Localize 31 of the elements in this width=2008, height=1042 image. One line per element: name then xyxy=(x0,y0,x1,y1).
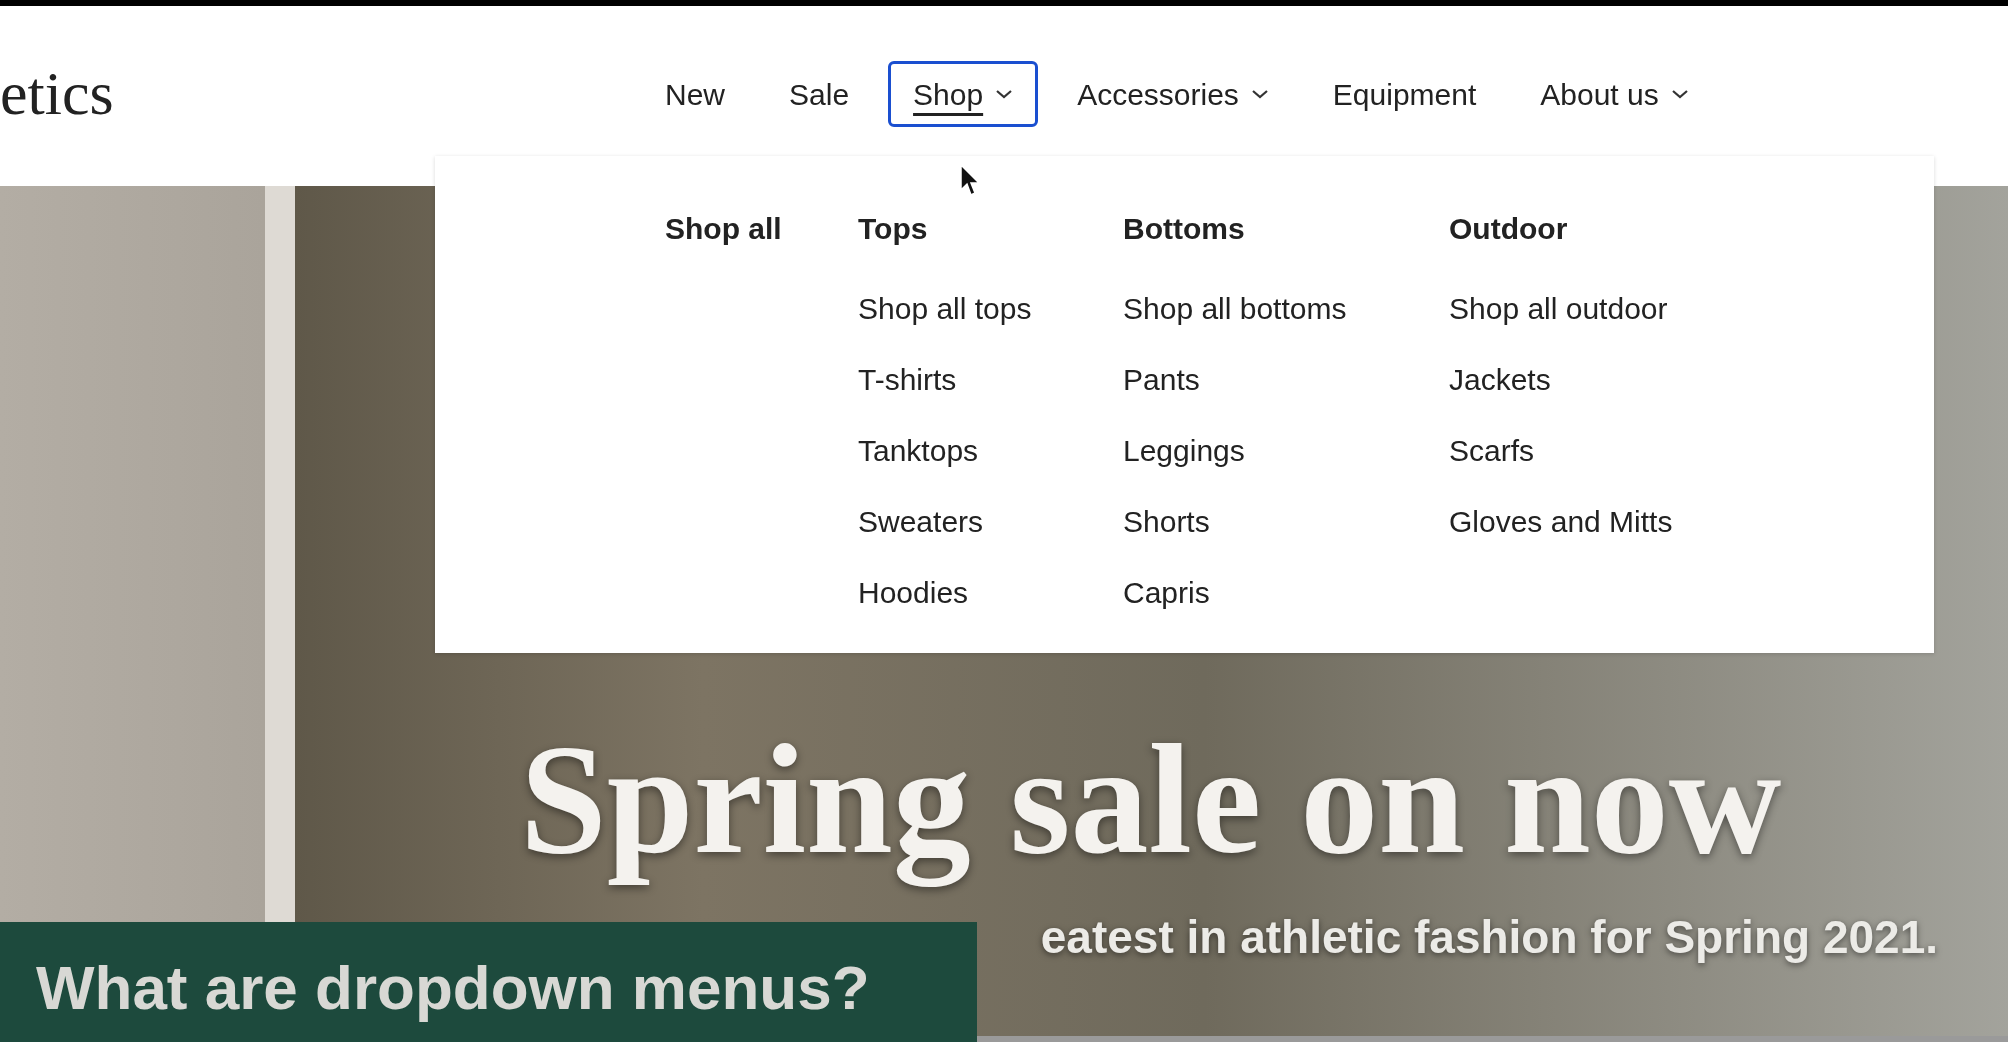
nav-link[interactable]: Sale xyxy=(764,61,875,127)
caret-icon xyxy=(995,88,1014,100)
hero-heading: Spring sale on now xyxy=(520,712,1782,889)
menu-heading[interactable]: Bottoms xyxy=(1123,206,1449,246)
menu-heading[interactable]: Shop all xyxy=(665,206,858,246)
menu-item[interactable]: Gloves and Mitts xyxy=(1449,499,1749,539)
caption-text: What are dropdown menus? xyxy=(36,951,870,1024)
menu-item[interactable]: T-shirts xyxy=(858,357,1123,397)
menu-item[interactable]: Shorts xyxy=(1123,499,1449,539)
menu-item[interactable]: Pants xyxy=(1123,357,1449,397)
logo[interactable]: etics xyxy=(0,46,640,146)
nav-link[interactable]: Equipment xyxy=(1307,61,1502,127)
caret-icon xyxy=(1670,88,1689,100)
menu-item[interactable]: Leggings xyxy=(1123,428,1449,468)
menu-heading[interactable]: Outdoor xyxy=(1449,206,1749,246)
nav-link[interactable]: Accessories xyxy=(1052,61,1294,127)
hero-subheading: eatest in athletic fashion for Spring 2021. xyxy=(1040,910,1939,966)
nav-link[interactable]: New xyxy=(640,61,750,127)
menu-heading[interactable]: Tops xyxy=(858,206,1123,246)
menu-item[interactable]: Shop all outdoor xyxy=(1449,286,1749,326)
caret-icon xyxy=(1250,88,1269,100)
menu-item[interactable]: Scarfs xyxy=(1449,428,1749,468)
menu-item[interactable]: Capris xyxy=(1123,570,1449,610)
menu-item[interactable]: Shop all tops xyxy=(858,286,1123,326)
menu-item[interactable]: Sweaters xyxy=(858,499,1123,539)
menu-item[interactable]: Hoodies xyxy=(858,570,1123,610)
nav-link[interactable]: Shop xyxy=(888,61,1039,127)
menu-item[interactable]: Shop all bottoms xyxy=(1123,286,1449,326)
menu-item[interactable]: Jackets xyxy=(1449,357,1749,397)
menu-item[interactable]: Tanktops xyxy=(858,428,1123,468)
nav-link[interactable]: About us xyxy=(1515,61,1714,127)
